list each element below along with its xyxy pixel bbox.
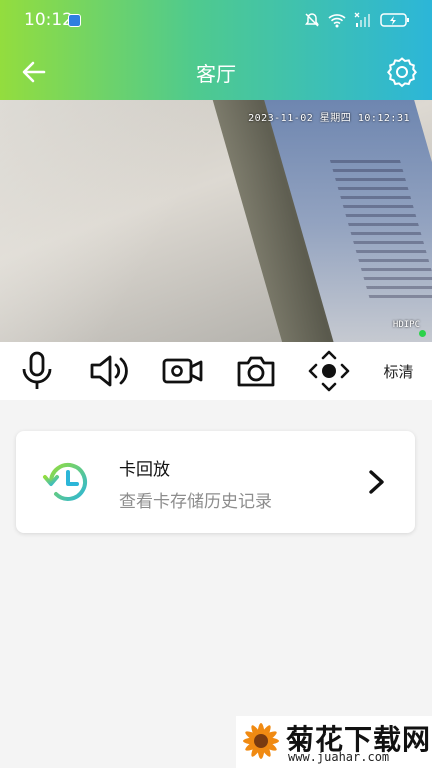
video-timestamp: 2023-11-02 星期四 10:12:31 — [248, 113, 410, 124]
settings-gear-icon[interactable] — [384, 54, 420, 90]
watermark-url: www.juahar.com — [288, 750, 390, 764]
speaker-icon — [90, 355, 128, 387]
ptz-direction-button[interactable] — [292, 342, 365, 400]
snapshot-button[interactable] — [219, 342, 292, 400]
title-bar: 客厅 — [0, 44, 432, 100]
camera-live-view[interactable]: 2023-11-02 星期四 10:12:31 HDIPC — [0, 100, 432, 342]
direction-pad-icon — [308, 350, 349, 392]
camera-icon — [237, 356, 274, 387]
microphone-icon — [22, 351, 51, 389]
history-clock-icon — [43, 462, 87, 501]
battery-charging-icon — [380, 13, 409, 27]
sd-card-playback-card[interactable]: 卡回放 查看卡存储历史记录 — [16, 431, 415, 533]
site-watermark: 菊花下载网 www.juahar.com — [236, 716, 432, 768]
live-indicator — [419, 330, 426, 337]
page-title: 客厅 — [196, 62, 236, 86]
record-video-button[interactable] — [146, 342, 219, 400]
video-quality-button[interactable]: 标清 — [365, 361, 432, 382]
chevron-right-icon — [369, 470, 384, 494]
video-camera-icon — [162, 358, 202, 384]
signal-icon — [354, 12, 370, 27]
control-toolbar: 标清 — [0, 342, 432, 400]
notification-app-icon — [68, 14, 81, 27]
card-title: 卡回放 — [119, 460, 170, 480]
card-subtitle: 查看卡存储历史记录 — [119, 492, 272, 512]
wifi-icon — [328, 14, 346, 28]
microphone-button[interactable] — [0, 342, 73, 400]
speaker-button[interactable] — [73, 342, 146, 400]
mute-bell-icon — [305, 13, 319, 27]
chrysanthemum-logo-icon — [243, 723, 279, 759]
header-bar: 10:12 客厅 — [0, 0, 432, 100]
video-camera-label: HDIPC — [392, 320, 420, 330]
status-icons — [304, 11, 410, 29]
video-scene — [0, 100, 260, 342]
status-time: 10:12 — [24, 10, 73, 30]
status-bar: 10:12 — [0, 0, 432, 40]
